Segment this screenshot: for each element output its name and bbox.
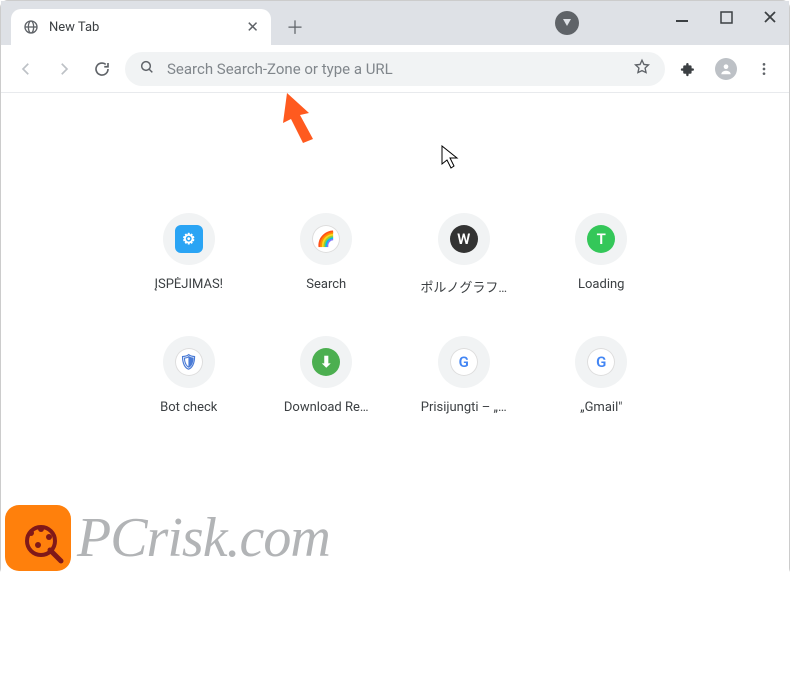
shortcut-tile[interactable]: ⚙ ĮSPĖJIMAS! — [125, 213, 253, 296]
search-icon — [139, 59, 155, 79]
shortcut-tile[interactable]: W ポルノグラフ… — [400, 213, 528, 296]
new-tab-page: ⚙ ĮSPĖJIMAS! 🌈 Search W ポルノグラフ… T Loading 🛡 Bot c… — [1, 213, 789, 695]
maximize-button[interactable] — [715, 9, 737, 28]
shortcut-grid: ⚙ ĮSPĖJIMAS! 🌈 Search W ポルノグラフ… T Loading 🛡 Bot c… — [125, 213, 665, 415]
shortcut-label: Loading — [578, 277, 624, 292]
shortcut-icon: ⚙ — [163, 213, 215, 265]
extensions-button[interactable] — [673, 54, 703, 84]
media-control-button[interactable] — [555, 11, 579, 35]
shortcut-label: Prisijungti – „… — [421, 400, 507, 415]
profile-button[interactable] — [711, 54, 741, 84]
shortcut-icon: ⬇ — [300, 336, 352, 388]
new-tab-button[interactable]: ＋ — [281, 13, 309, 41]
window-controls — [671, 9, 781, 28]
cursor-icon — [441, 145, 459, 173]
forward-button[interactable] — [49, 54, 79, 84]
shortcut-label: Bot check — [160, 400, 217, 415]
shortcut-tile[interactable]: 🛡 Bot check — [125, 336, 253, 415]
shortcut-tile[interactable]: G Prisijungti – „… — [400, 336, 528, 415]
shortcut-label: ポルノグラフ… — [420, 277, 507, 296]
shortcut-label: Download Re… — [284, 400, 369, 415]
minimize-button[interactable] — [671, 9, 693, 28]
shortcut-icon: G — [575, 336, 627, 388]
shortcut-label: ĮSPĖJIMAS! — [154, 277, 223, 292]
globe-icon — [23, 19, 39, 35]
shortcut-icon: W — [438, 213, 490, 265]
shortcut-tile[interactable]: ⬇ Download Re… — [263, 336, 391, 415]
menu-button[interactable] — [749, 54, 779, 84]
shortcut-tile[interactable]: G „Gmail" — [538, 336, 666, 415]
address-bar[interactable]: Search Search-Zone or type a URL — [125, 52, 665, 86]
back-button[interactable] — [11, 54, 41, 84]
shortcut-icon: G — [438, 336, 490, 388]
reload-button[interactable] — [87, 54, 117, 84]
browser-tab[interactable]: New Tab ✕ — [11, 9, 271, 45]
shortcut-label: Search — [306, 277, 346, 292]
toolbar: Search Search-Zone or type a URL — [1, 45, 789, 93]
close-tab-icon[interactable]: ✕ — [246, 18, 259, 36]
bookmark-star-icon[interactable] — [633, 58, 651, 80]
annotation-arrow-icon — [273, 89, 329, 153]
shortcut-icon: 🛡 — [163, 336, 215, 388]
titlebar: New Tab ✕ ＋ — [1, 1, 789, 45]
close-window-button[interactable] — [759, 9, 781, 28]
shortcut-icon: 🌈 — [300, 213, 352, 265]
shortcut-label: „Gmail" — [580, 400, 622, 415]
shortcut-tile[interactable]: 🌈 Search — [263, 213, 391, 296]
shortcut-tile[interactable]: T Loading — [538, 213, 666, 296]
tab-title: New Tab — [49, 20, 236, 35]
shortcut-icon: T — [575, 213, 627, 265]
address-bar-placeholder: Search Search-Zone or type a URL — [167, 60, 621, 78]
